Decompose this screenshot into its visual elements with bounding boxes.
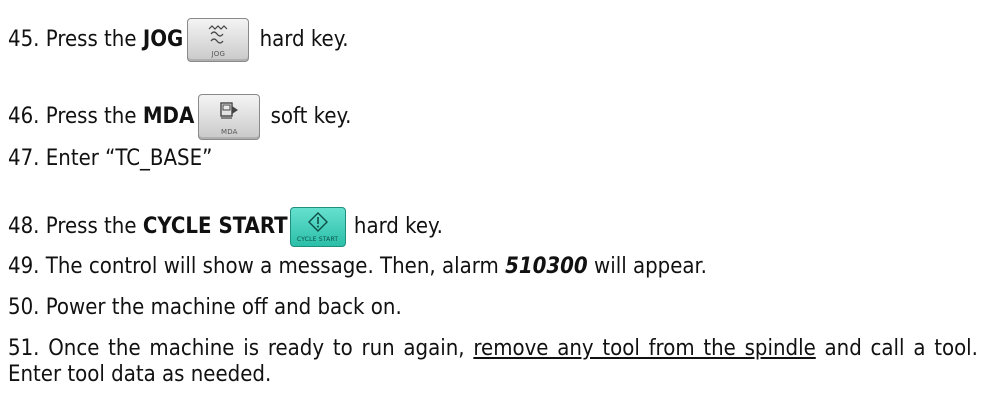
step-text: will appear. (594, 254, 707, 279)
step-50: 50. Power the machine off and back on. (8, 295, 402, 321)
mda-key-label: MDA (220, 127, 238, 136)
step-number: 49. (8, 254, 40, 279)
step-text: hard key. (353, 214, 443, 239)
step-text: Once the machine is ready to run again, (48, 336, 465, 361)
step-number: 47. (8, 146, 40, 171)
jog-key-icon: JOG (187, 18, 250, 62)
step-text: soft key. (270, 104, 352, 129)
cycle-start-key-label: CYCLE START (296, 235, 339, 243)
step-text: Press the (45, 214, 137, 239)
jog-key-label: JOG (211, 49, 226, 58)
step-47: 47. Enter “TC_BASE” (8, 146, 212, 172)
step-text: Enter “TC_BASE” (45, 146, 213, 171)
key-name: JOG (142, 27, 184, 52)
step-48: 48. Press the CYCLE START CYCLE START ha… (8, 207, 443, 247)
step-45: 45. Press the JOG JOG hard key. (8, 18, 349, 62)
step-number: 51. (8, 336, 40, 361)
step-text: Power the machine off and back on. (45, 295, 402, 320)
step-number: 50. (8, 295, 40, 320)
step-51: 51. Once the machine is ready to run aga… (8, 336, 978, 389)
underlined-instruction: remove any tool from the spindle (473, 336, 816, 361)
mda-key-icon: MDA (198, 94, 261, 140)
step-text: The control will show a message. Then, a… (45, 254, 499, 279)
step-number: 45. (8, 27, 40, 52)
step-number: 48. (8, 214, 40, 239)
step-46: 46. Press the MDA MDA soft key. (8, 94, 351, 140)
key-name: MDA (142, 104, 195, 129)
step-number: 46. (8, 104, 40, 129)
step-text: hard key. (259, 27, 349, 52)
step-text: Press the (45, 104, 137, 129)
key-name: CYCLE START (142, 214, 288, 239)
cycle-start-key-icon: CYCLE START (289, 207, 346, 247)
step-49: 49. The control will show a message. The… (8, 254, 707, 280)
alarm-number: 510300 (505, 254, 588, 279)
step-text: Press the (45, 27, 137, 52)
